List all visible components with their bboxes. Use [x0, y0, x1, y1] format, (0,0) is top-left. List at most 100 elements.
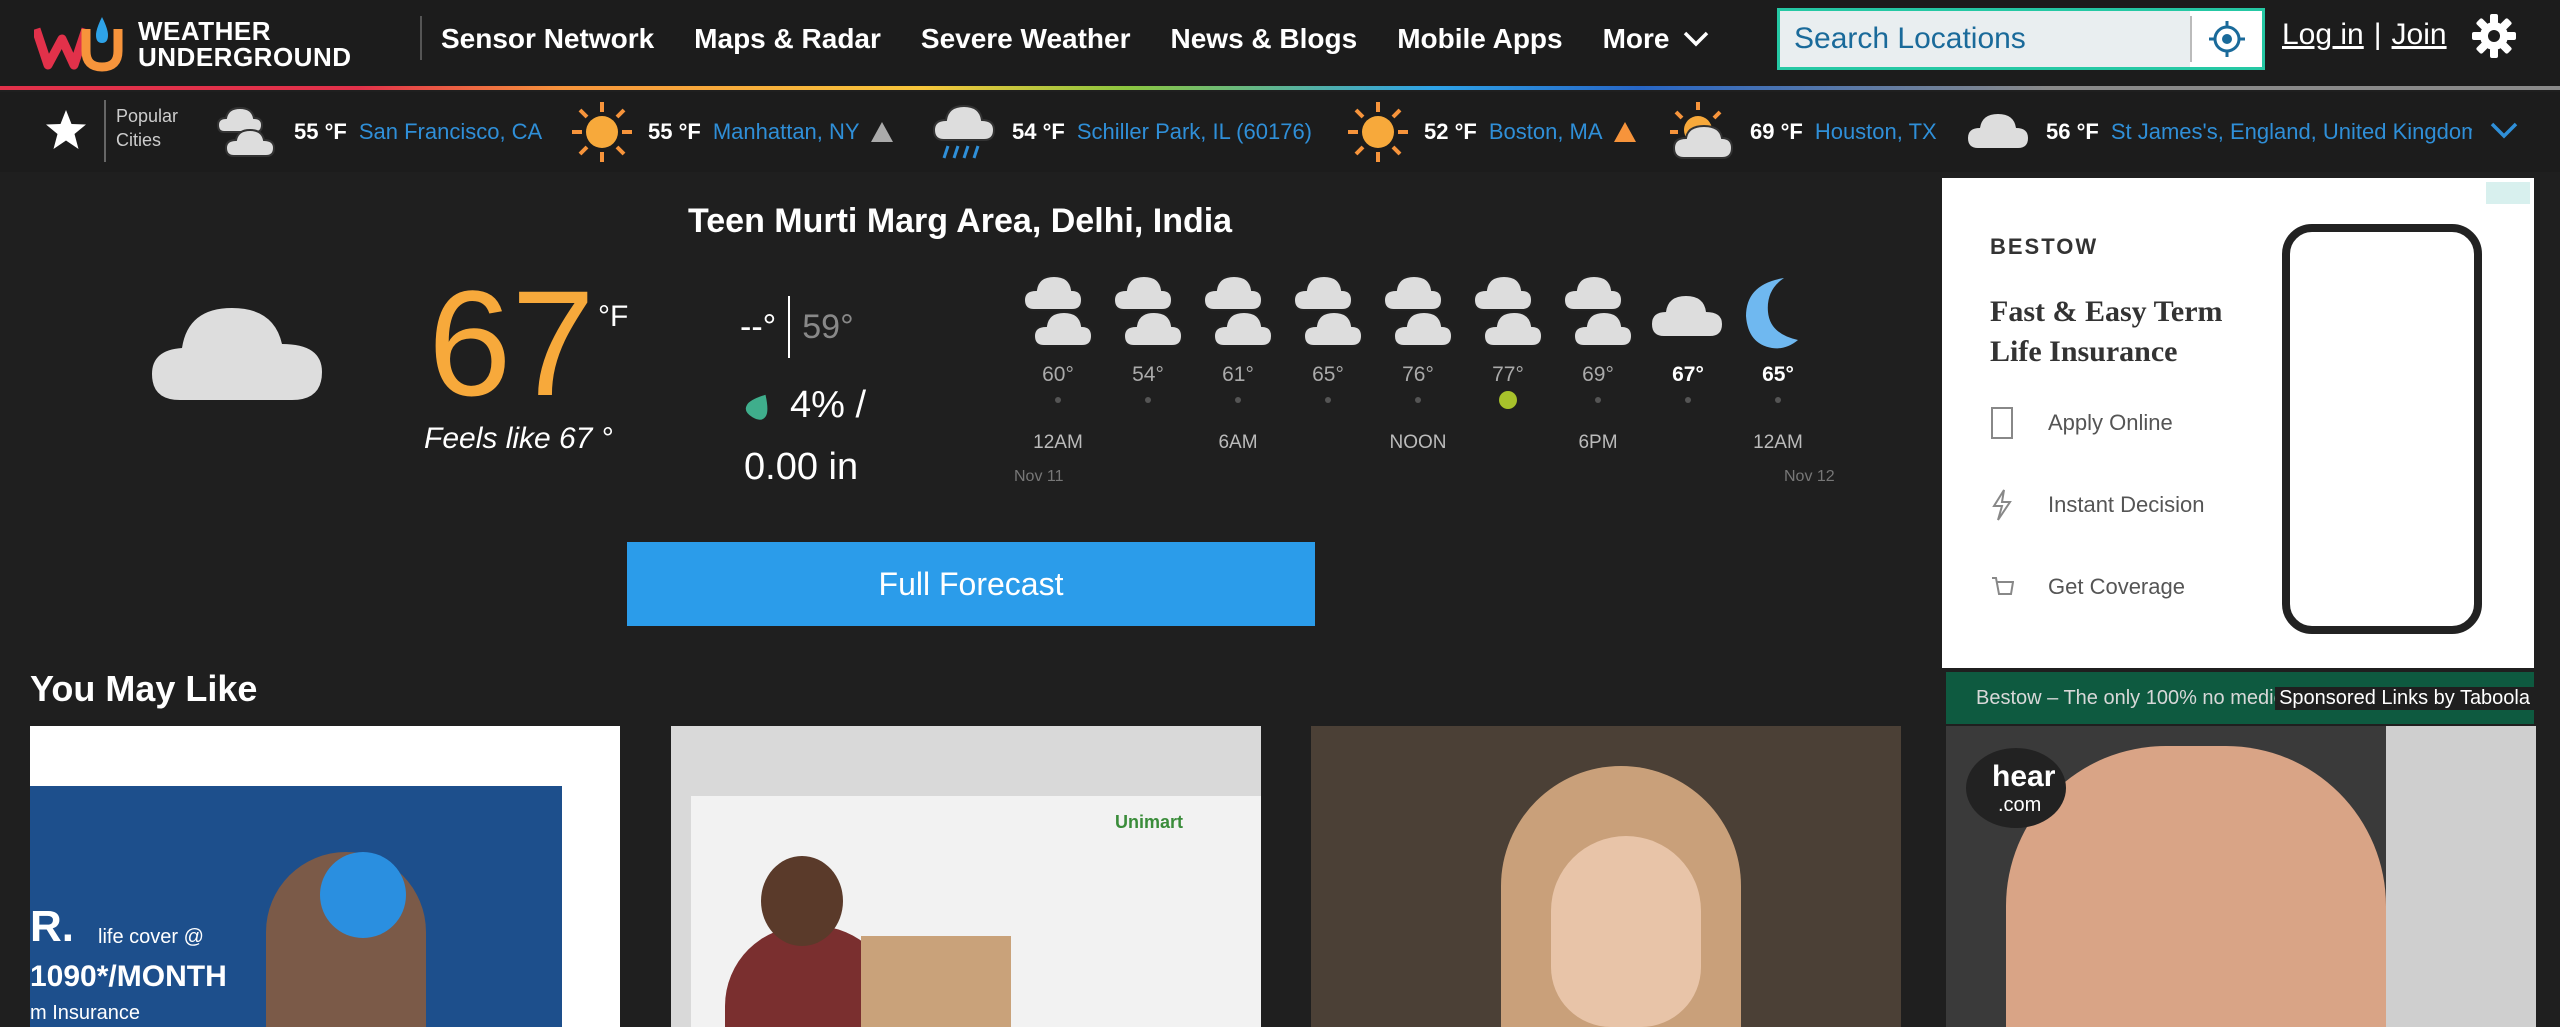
city-temp: 54 °F [1012, 119, 1065, 144]
join-link[interactable]: Join [2392, 18, 2447, 52]
partly-cloudy-icon [216, 106, 276, 157]
cart-icon [1992, 577, 2014, 595]
sponsored-links[interactable]: Sponsored Links by Taboola [2275, 686, 2534, 710]
alert-triangle-icon[interactable] [1613, 121, 1637, 143]
city-item[interactable]: 52 °F Boston, MA [1346, 100, 1637, 164]
raindrop-icon [745, 394, 768, 420]
partly-cloudy-icon [1292, 274, 1364, 347]
ad-choices-badge[interactable] [2486, 182, 2530, 204]
nav-more[interactable]: More [1603, 20, 1710, 58]
recommendation-card[interactable]: hear .com [1946, 726, 2536, 1027]
temperature-unit[interactable]: °F [598, 300, 628, 334]
precip-chance: 4% / [744, 384, 866, 427]
city-item[interactable]: 55 °F San Francisco, CA [210, 100, 542, 164]
you-may-like-title: You May Like [30, 668, 258, 709]
hourly-forecast: 60° 54° 61° 65° 76° 77° 69° 67° 65° 12AM… [1014, 270, 1844, 500]
card-footer: m Insurance [30, 1002, 141, 1024]
hour-temp: 60° [1042, 363, 1074, 386]
high-low-divider [788, 296, 791, 358]
city-name[interactable]: Boston, MA [1489, 119, 1603, 145]
sunny-icon [572, 102, 632, 162]
ad-feature: Get Coverage [1990, 570, 2185, 604]
city-name[interactable]: San Francisco, CA [359, 119, 542, 145]
nav-mobile-apps[interactable]: Mobile Apps [1397, 20, 1562, 58]
cloudy-icon [152, 308, 322, 400]
ad-feature: Apply Online [1990, 406, 2173, 440]
partly-cloudy-icon [1022, 274, 1094, 347]
city-item[interactable]: 55 °F Manhattan, NY [570, 100, 894, 164]
card-background [2386, 726, 2536, 1027]
city-item[interactable]: 69 °F Houston, TX [1666, 100, 1937, 164]
rainbow-stripe [0, 86, 2560, 90]
gear-icon[interactable] [2470, 12, 2518, 60]
city-name[interactable]: Manhattan, NY [713, 119, 860, 145]
city-item[interactable]: 56 °F St James's, England, United Kingdo… [1962, 100, 2472, 164]
hour-column[interactable]: 65° [1734, 270, 1822, 403]
recommendation-card[interactable]: Unimart [671, 726, 1261, 1027]
city-name[interactable]: St James's, England, United Kingdom [2111, 119, 2472, 145]
wu-logo[interactable]: WEATHER UNDERGROUND [34, 14, 394, 74]
hour-column[interactable]: 54° [1104, 270, 1192, 403]
star-icon[interactable] [44, 108, 88, 152]
hour-column[interactable]: 77° [1464, 270, 1552, 409]
chevron-down-icon[interactable] [2486, 114, 2522, 144]
hour-label: 6PM [1578, 432, 1618, 453]
card-face [1551, 836, 1701, 1027]
alert-triangle-icon[interactable] [870, 121, 894, 143]
top-nav: WEATHER UNDERGROUND Sensor Network Maps … [0, 0, 2560, 90]
partly-cloudy-icon [1202, 274, 1274, 347]
search-box [1777, 8, 2265, 70]
search-input[interactable] [1780, 11, 2190, 67]
high-low: --° 59° [740, 296, 854, 358]
nav-news-blogs[interactable]: News & Blogs [1171, 20, 1358, 58]
feels-like: Feels like 67 ° [424, 422, 613, 455]
city-item[interactable]: 54 °F Schiller Park, IL (60176) [928, 100, 1312, 164]
login-link[interactable]: Log in [2282, 18, 2364, 52]
nav-severe-weather[interactable]: Severe Weather [921, 20, 1131, 58]
popular-label: Popular Cities [116, 104, 178, 152]
hour-column[interactable]: 60° [1014, 270, 1102, 403]
hour-temp: 67° [1672, 363, 1704, 386]
hour-temp: 76° [1402, 363, 1434, 386]
card-text-small: life cover @ [98, 926, 204, 948]
popular-label-line2: Cities [116, 130, 162, 150]
hour-column[interactable]: 67° [1644, 270, 1732, 403]
precip-dot [1775, 397, 1781, 403]
high-temp: --° [740, 307, 777, 346]
rain-icon [932, 104, 996, 159]
main-nav: Sensor Network Maps & Radar Severe Weath… [441, 20, 1750, 58]
precip-dot [1415, 397, 1421, 403]
locate-button[interactable] [2192, 11, 2262, 67]
hour-label: NOON [1389, 432, 1447, 453]
hour-label: 6AM [1218, 432, 1258, 453]
low-temp: 59° [802, 307, 854, 346]
partly-cloudy-icon [1562, 274, 1634, 347]
advertisement[interactable]: BESTOW Fast & Easy Term Life Insurance A… [1942, 178, 2534, 668]
recommendation-card[interactable]: R. life cover @ 1090*/MONTH m Insurance [30, 726, 620, 1027]
ad-feature-label: Get Coverage [2048, 574, 2185, 599]
card-head [761, 856, 843, 946]
ad-feature: Instant Decision [1990, 488, 2205, 522]
city-temp: 55 °F [294, 119, 347, 144]
hour-label: 12AM [1033, 432, 1083, 453]
location-title: Teen Murti Marg Area, Delhi, India [688, 202, 1233, 240]
taboola-bar[interactable]: Bestow – The only 100% no medical Sponso… [1946, 672, 2534, 724]
lightning-icon [1992, 489, 2012, 521]
city-name[interactable]: Schiller Park, IL (60176) [1077, 119, 1312, 145]
hour-column[interactable]: 76° [1374, 270, 1462, 403]
hour-column[interactable]: 69° [1554, 270, 1642, 403]
card-brand-suffix: .com [1998, 794, 2042, 816]
card-price: 1090*/MONTH [30, 960, 227, 993]
hour-column[interactable]: 61° [1194, 270, 1282, 403]
nav-sensor-network[interactable]: Sensor Network [441, 20, 654, 58]
card-text-big: R. [30, 902, 74, 951]
precip-amount: 0.00 in [744, 446, 859, 488]
wu-logo-icon [34, 17, 123, 72]
full-forecast-button[interactable]: Full Forecast [627, 542, 1315, 626]
recommendation-card[interactable] [1311, 726, 1901, 1027]
hour-column[interactable]: 65° [1284, 270, 1372, 403]
nav-maps-radar[interactable]: Maps & Radar [694, 20, 881, 58]
hour-label: 12AM [1753, 432, 1803, 453]
city-name[interactable]: Houston, TX [1815, 119, 1937, 145]
locate-icon [2209, 21, 2245, 57]
